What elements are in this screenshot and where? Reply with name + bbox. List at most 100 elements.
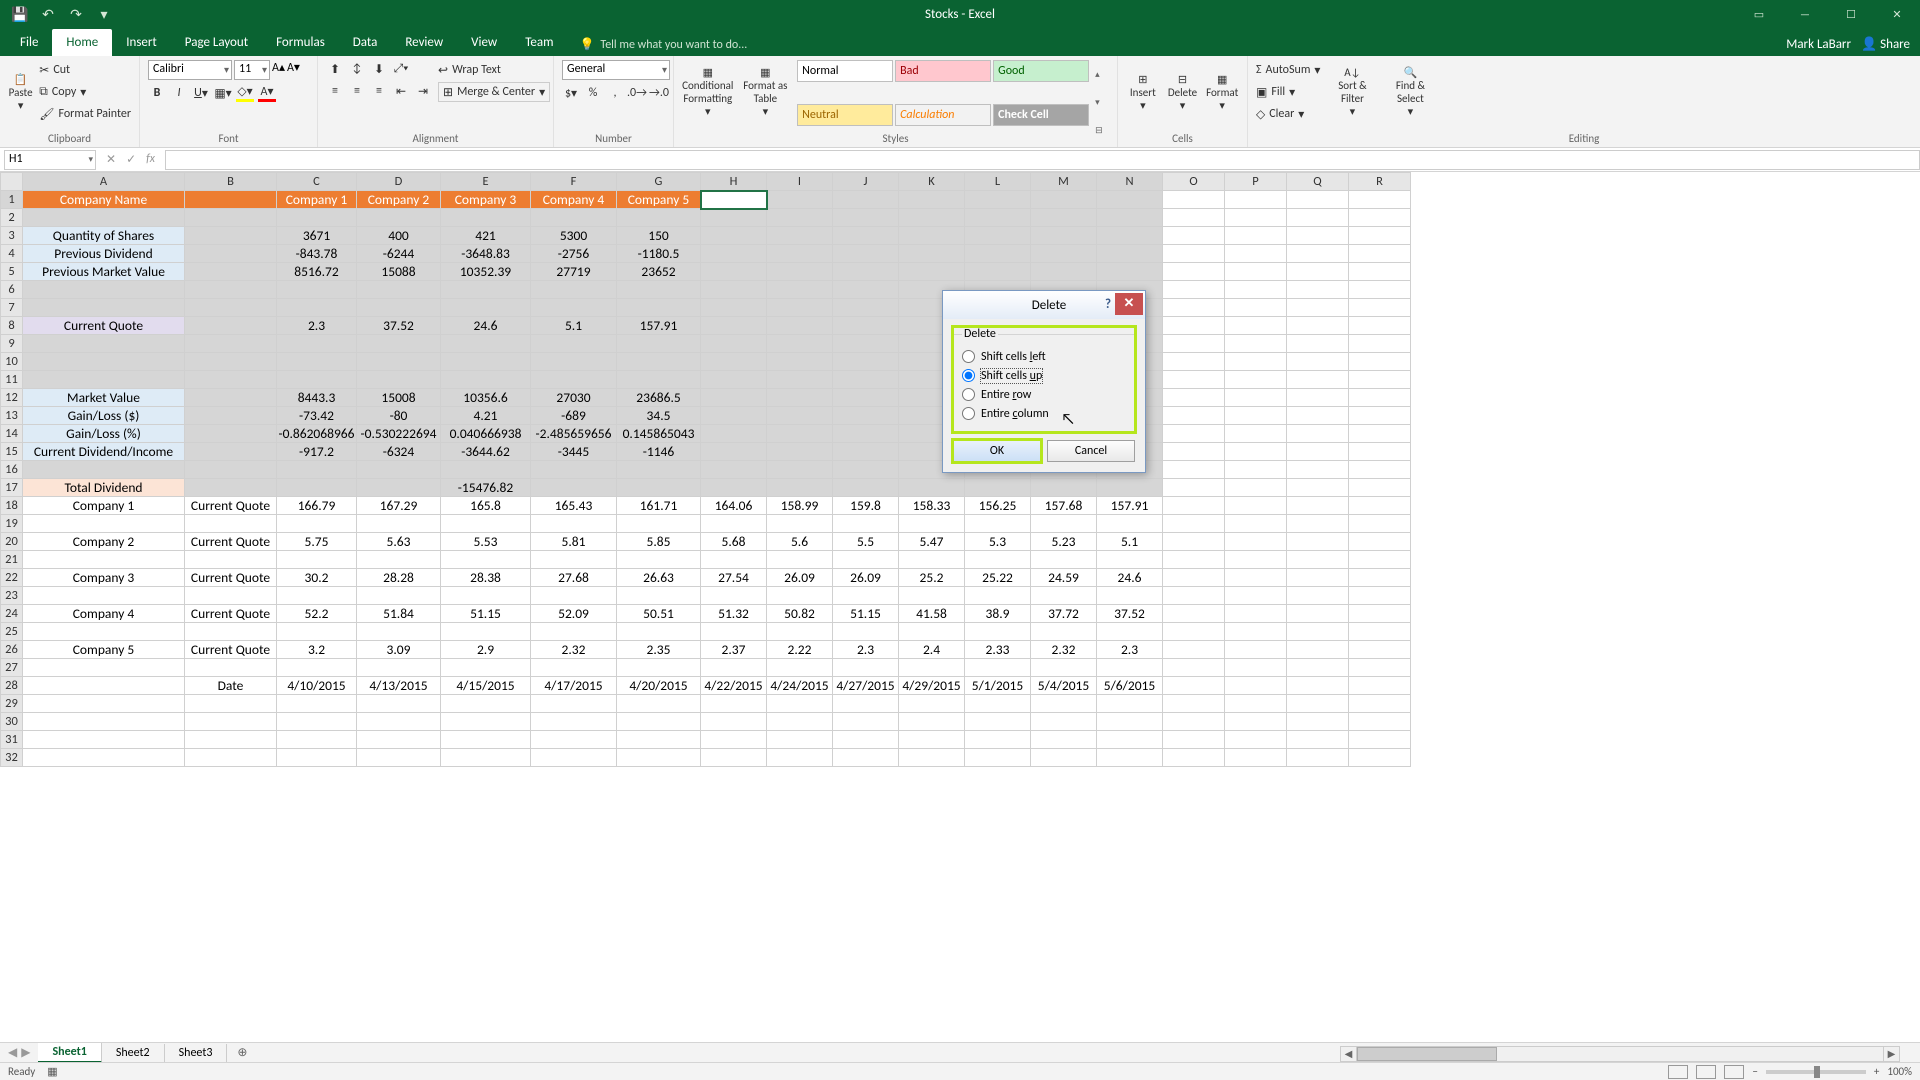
cell-M28[interactable]: 5/4/2015 — [1031, 677, 1097, 695]
cell-R9[interactable] — [1349, 335, 1411, 353]
cell-C7[interactable] — [277, 299, 357, 317]
cell-J26[interactable]: 2.3 — [833, 641, 899, 659]
cell-I19[interactable] — [767, 515, 833, 533]
cell-L17[interactable] — [965, 479, 1031, 497]
sheet-nav-next-icon[interactable]: ▶ — [21, 1045, 30, 1060]
cell-K5[interactable] — [899, 263, 965, 281]
cell-B9[interactable] — [185, 335, 277, 353]
cell-C21[interactable] — [277, 551, 357, 569]
cell-Q25[interactable] — [1287, 623, 1349, 641]
cell-R24[interactable] — [1349, 605, 1411, 623]
cell-P12[interactable] — [1225, 389, 1287, 407]
cell-E4[interactable]: -3648.83 — [441, 245, 531, 263]
cell-J18[interactable]: 159.8 — [833, 497, 899, 515]
cell-P3[interactable] — [1225, 227, 1287, 245]
cell-G29[interactable] — [617, 695, 701, 713]
copy-button[interactable]: ⧉ Copy ▾ — [39, 82, 131, 102]
cell-J15[interactable] — [833, 443, 899, 461]
cell-Q7[interactable] — [1287, 299, 1349, 317]
cell-Q10[interactable] — [1287, 353, 1349, 371]
cell-J21[interactable] — [833, 551, 899, 569]
cell-E26[interactable]: 2.9 — [441, 641, 531, 659]
cell-C16[interactable] — [277, 461, 357, 479]
cell-P16[interactable] — [1225, 461, 1287, 479]
cell-A30[interactable] — [23, 713, 185, 731]
cell-Q32[interactable] — [1287, 749, 1349, 767]
cell-D5[interactable]: 15088 — [357, 263, 441, 281]
cell-B20[interactable]: Current Quote — [185, 533, 277, 551]
cell-N4[interactable] — [1097, 245, 1163, 263]
cell-F25[interactable] — [531, 623, 617, 641]
sheet-tab-1[interactable]: Sheet1 — [38, 1043, 101, 1063]
cell-C20[interactable]: 5.75 — [277, 533, 357, 551]
cell-H17[interactable] — [701, 479, 767, 497]
cell-D26[interactable]: 3.09 — [357, 641, 441, 659]
cell-E31[interactable] — [441, 731, 531, 749]
cell-K27[interactable] — [899, 659, 965, 677]
cell-G14[interactable]: 0.145865043 — [617, 425, 701, 443]
maximize-icon[interactable]: ☐ — [1828, 0, 1874, 28]
cell-A31[interactable] — [23, 731, 185, 749]
cell-G7[interactable] — [617, 299, 701, 317]
cell-F2[interactable] — [531, 209, 617, 227]
cell-A24[interactable]: Company 4 — [23, 605, 185, 623]
cell-O8[interactable] — [1163, 317, 1225, 335]
cell-A8[interactable]: Current Quote — [23, 317, 185, 335]
cell-Q2[interactable] — [1287, 209, 1349, 227]
cell-B13[interactable] — [185, 407, 277, 425]
cell-L31[interactable] — [965, 731, 1031, 749]
indent-inc-icon[interactable]: ⇥ — [414, 82, 432, 100]
cell-F10[interactable] — [531, 353, 617, 371]
cell-F30[interactable] — [531, 713, 617, 731]
cell-D29[interactable] — [357, 695, 441, 713]
opt-entire-row[interactable]: Entire row — [962, 385, 1126, 404]
cell-F13[interactable]: -689 — [531, 407, 617, 425]
cell-B21[interactable] — [185, 551, 277, 569]
cell-N31[interactable] — [1097, 731, 1163, 749]
opt-entire-column[interactable]: Entire column — [962, 404, 1126, 423]
align-right-icon[interactable]: ≡ — [370, 82, 388, 100]
cell-Q9[interactable] — [1287, 335, 1349, 353]
cell-C17[interactable] — [277, 479, 357, 497]
cell-G13[interactable]: 34.5 — [617, 407, 701, 425]
cell-R22[interactable] — [1349, 569, 1411, 587]
cell-A10[interactable] — [23, 353, 185, 371]
cell-H9[interactable] — [701, 335, 767, 353]
cell-C24[interactable]: 52.2 — [277, 605, 357, 623]
zoom-out-icon[interactable]: − — [1752, 1065, 1757, 1078]
cell-O23[interactable] — [1163, 587, 1225, 605]
cell-D9[interactable] — [357, 335, 441, 353]
cell-F27[interactable] — [531, 659, 617, 677]
cell-M4[interactable] — [1031, 245, 1097, 263]
cell-A29[interactable] — [23, 695, 185, 713]
cell-D22[interactable]: 28.28 — [357, 569, 441, 587]
cell-J5[interactable] — [833, 263, 899, 281]
cell-R4[interactable] — [1349, 245, 1411, 263]
cell-K20[interactable]: 5.47 — [899, 533, 965, 551]
cell-F4[interactable]: -2756 — [531, 245, 617, 263]
cell-H28[interactable]: 4/22/2015 — [701, 677, 767, 695]
cell-R20[interactable] — [1349, 533, 1411, 551]
cell-K2[interactable] — [899, 209, 965, 227]
cell-C19[interactable] — [277, 515, 357, 533]
share-button[interactable]: 👤 Share — [1861, 37, 1910, 52]
cell-C27[interactable] — [277, 659, 357, 677]
tab-file[interactable]: File — [6, 29, 52, 56]
cell-A16[interactable] — [23, 461, 185, 479]
cell-G12[interactable]: 23686.5 — [617, 389, 701, 407]
cell-Q1[interactable] — [1287, 191, 1349, 209]
cell-B24[interactable]: Current Quote — [185, 605, 277, 623]
align-mid-icon[interactable]: ↕ — [348, 60, 366, 78]
cell-R19[interactable] — [1349, 515, 1411, 533]
cell-N3[interactable] — [1097, 227, 1163, 245]
cell-B15[interactable] — [185, 443, 277, 461]
cell-H21[interactable] — [701, 551, 767, 569]
cell-D20[interactable]: 5.63 — [357, 533, 441, 551]
cell-J25[interactable] — [833, 623, 899, 641]
cell-C26[interactable]: 3.2 — [277, 641, 357, 659]
cell-A4[interactable]: Previous Dividend — [23, 245, 185, 263]
cell-L4[interactable] — [965, 245, 1031, 263]
cell-A9[interactable] — [23, 335, 185, 353]
cell-A18[interactable]: Company 1 — [23, 497, 185, 515]
cell-R12[interactable] — [1349, 389, 1411, 407]
